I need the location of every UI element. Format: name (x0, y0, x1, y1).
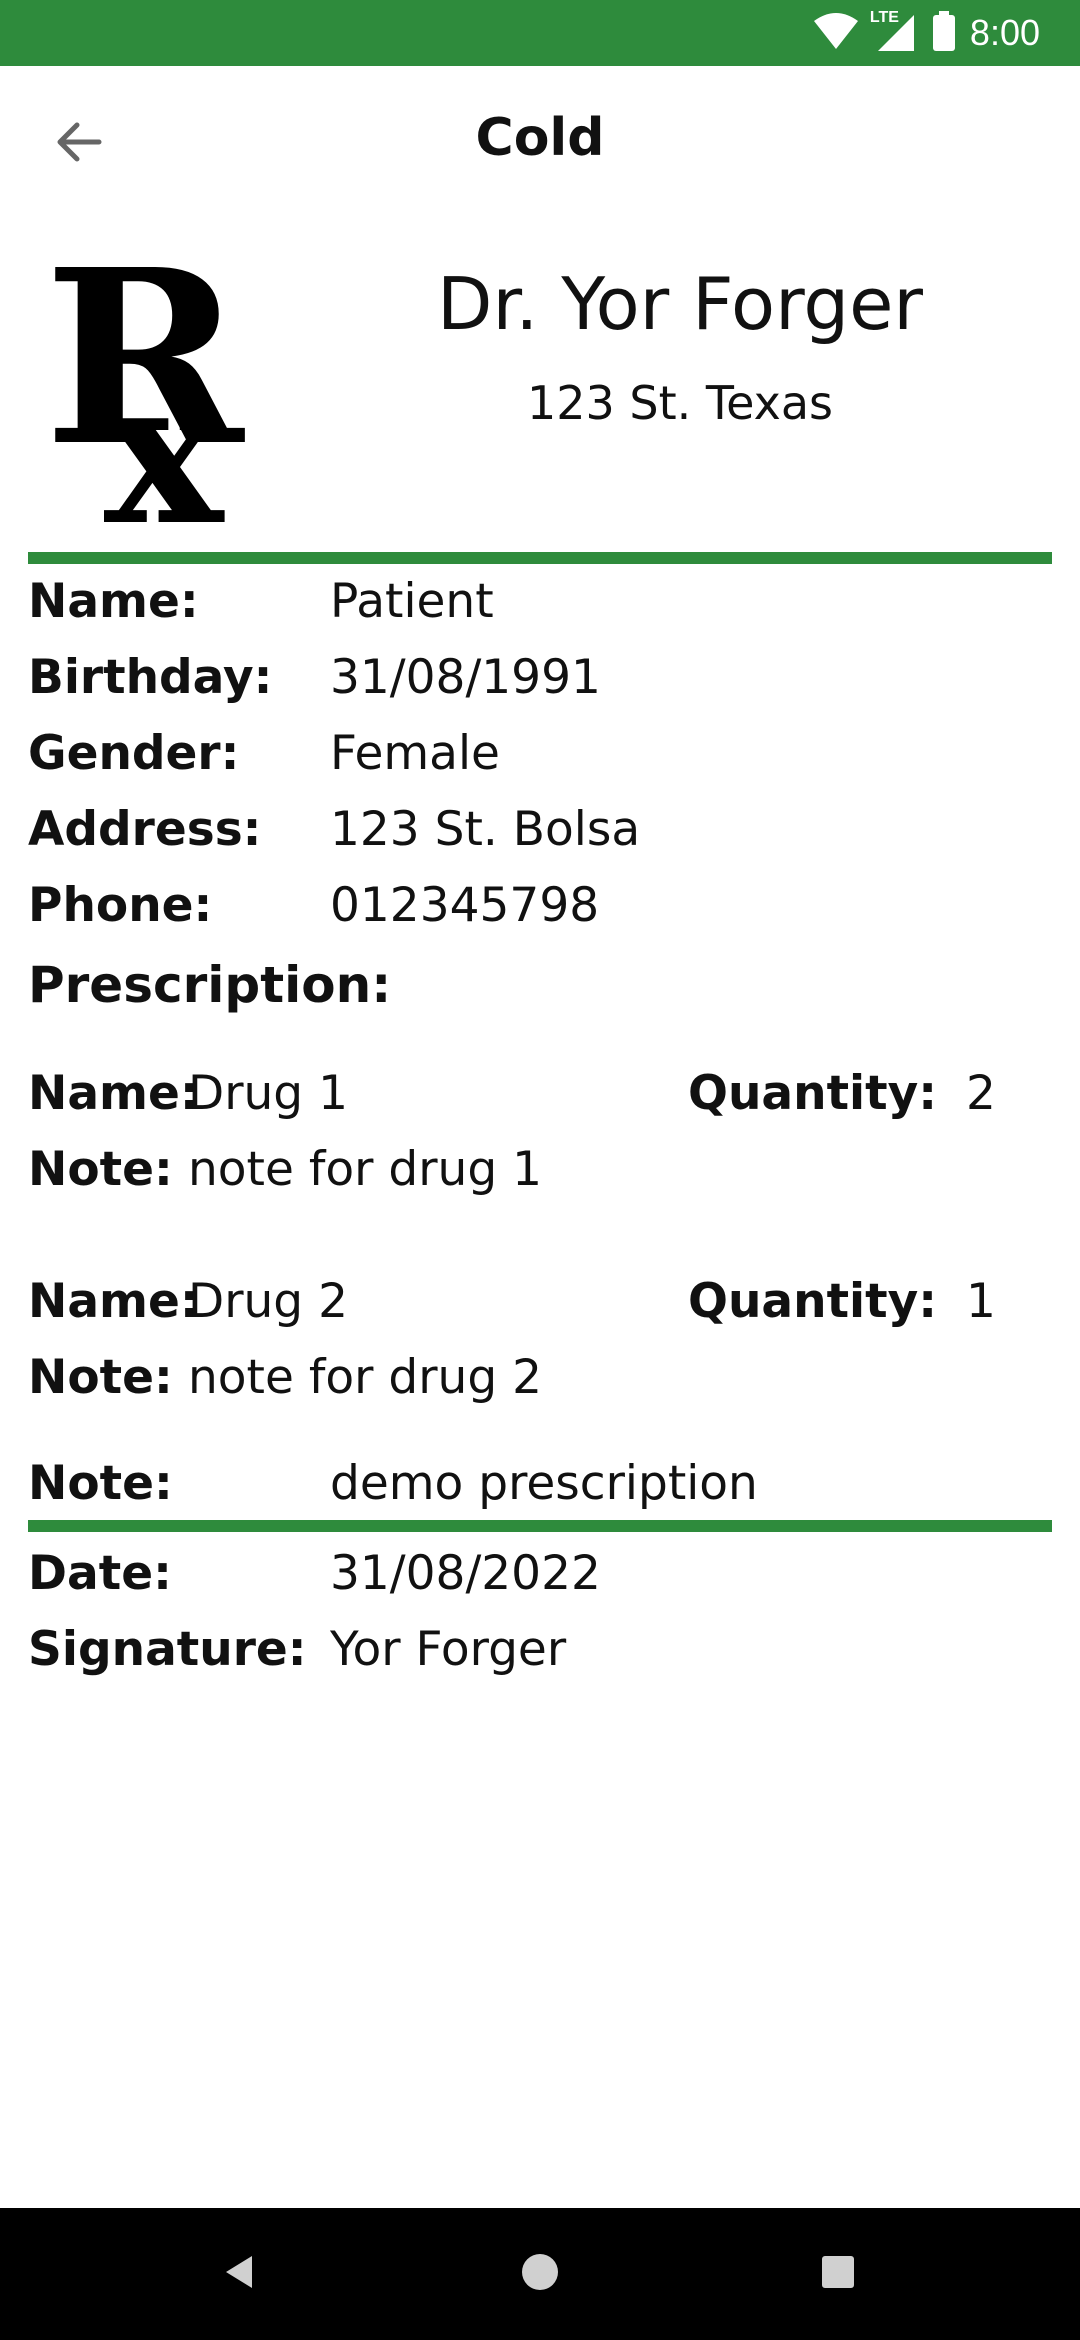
battery-icon (932, 11, 956, 55)
prescription-title: Prescription: (28, 956, 392, 1014)
drug-note-label: Note: (28, 1350, 173, 1405)
gender-value: Female (330, 726, 500, 781)
drug-note-value: note for drug 2 (188, 1350, 543, 1405)
drug-quantity-label: Quantity: (688, 1066, 938, 1121)
rx-icon: R x (44, 217, 294, 570)
nav-back-button[interactable] (200, 2234, 280, 2314)
drug-name-value: Drug 1 (188, 1066, 348, 1121)
status-time: 8:00 (969, 12, 1040, 53)
status-bar: LTE 8:00 (0, 0, 1080, 66)
status-icons: LTE 8:00 (812, 9, 1040, 56)
date-value: 31/08/2022 (330, 1546, 601, 1601)
home-circle-icon (520, 2252, 560, 2296)
patient-name-label: Name: (28, 574, 199, 629)
prescription-note-value: demo prescription (330, 1456, 758, 1511)
navigation-bar (0, 2208, 1080, 2340)
phone-value: 012345798 (330, 878, 600, 933)
network-type-label: LTE (869, 9, 899, 26)
drug-name-label: Name: (28, 1066, 199, 1121)
doctor-address: 123 St. Texas (526, 376, 834, 430)
drug-quantity-label: Quantity: (688, 1274, 938, 1329)
phone-label: Phone: (28, 878, 213, 933)
footer-divider (28, 1520, 1052, 1532)
drug-note-label: Note: (28, 1142, 173, 1197)
back-triangle-icon (220, 2252, 260, 2296)
signature-label: Signature: (28, 1622, 307, 1677)
drug-name-label: Name: (28, 1274, 199, 1329)
birthday-value: 31/08/1991 (330, 650, 601, 705)
nav-recents-button[interactable] (798, 2234, 878, 2314)
address-value: 123 St. Bolsa (330, 802, 641, 857)
gender-label: Gender: (28, 726, 240, 781)
recents-square-icon (818, 2252, 858, 2296)
wifi-icon (812, 11, 860, 55)
drug-note-value: note for drug 1 (188, 1142, 543, 1197)
header-divider (28, 552, 1052, 564)
drug-name-value: Drug 2 (188, 1274, 348, 1329)
birthday-label: Birthday: (28, 650, 273, 705)
patient-name-value: Patient (330, 574, 494, 629)
drug-quantity-value: 1 (966, 1274, 996, 1329)
signature-value: Yor Forger (330, 1622, 567, 1677)
drug-quantity-value: 2 (966, 1066, 996, 1121)
page-title: Cold (475, 108, 605, 168)
lte-signal-icon: LTE (870, 9, 918, 53)
address-label: Address: (28, 802, 262, 857)
date-label: Date: (28, 1546, 172, 1601)
prescription-note-label: Note: (28, 1456, 173, 1511)
svg-text:x: x (104, 335, 225, 528)
doctor-name: Dr. Yor Forger (437, 262, 923, 346)
nav-home-button[interactable] (500, 2234, 580, 2314)
